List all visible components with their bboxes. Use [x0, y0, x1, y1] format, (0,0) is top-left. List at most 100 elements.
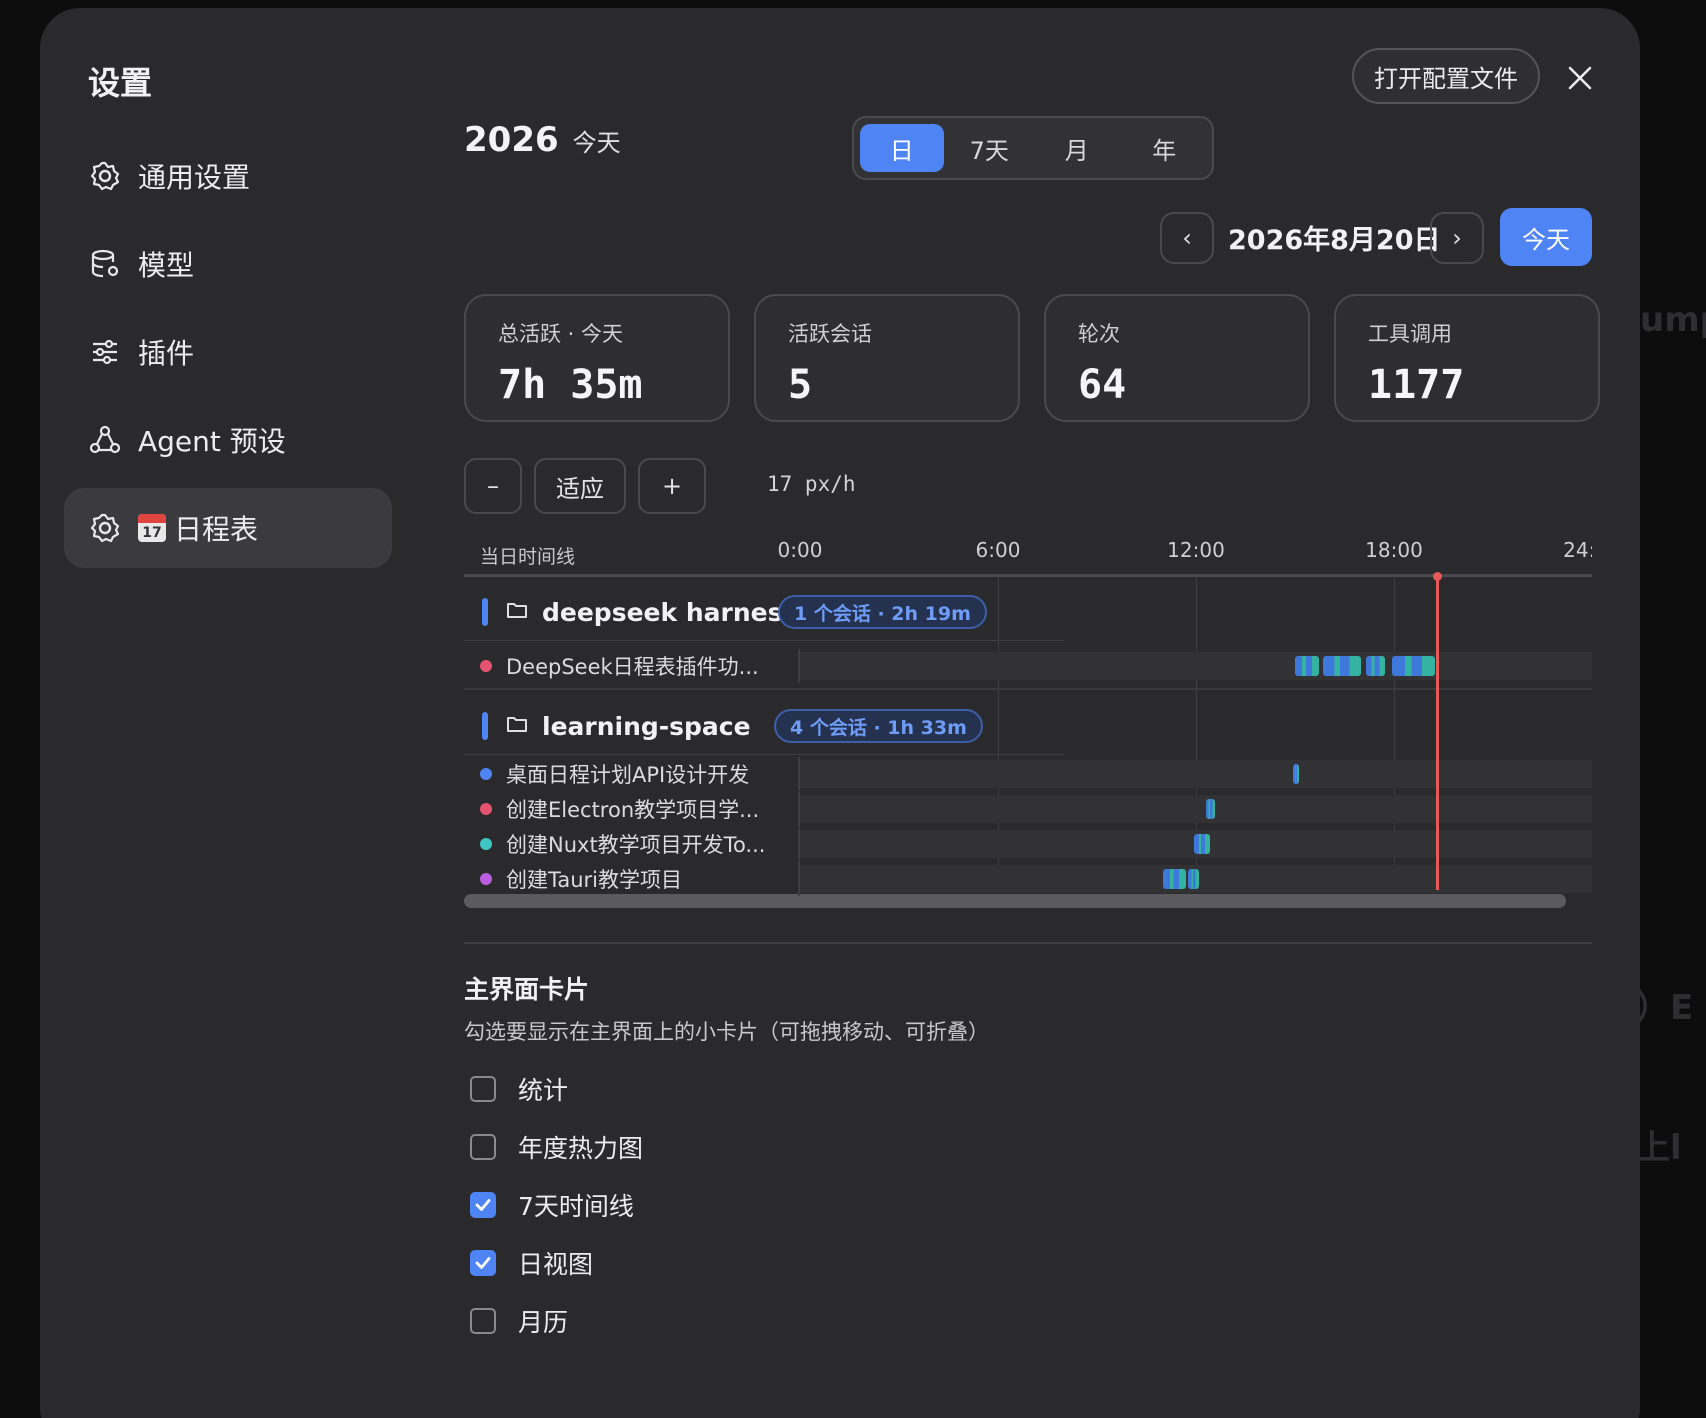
- activity-block[interactable]: [1365, 656, 1386, 676]
- sidebar-item-plugins[interactable]: 插件: [64, 312, 392, 392]
- background-text-1: ump: [1640, 300, 1706, 340]
- session-row[interactable]: 桌面日程计划API设计开发: [464, 756, 749, 792]
- activity-block[interactable]: [1187, 869, 1199, 889]
- sidebar-item-label: Agent 预设: [138, 425, 286, 458]
- session-color-dot: [480, 660, 492, 672]
- gear-icon: [88, 159, 122, 193]
- timeline-tick-label: 24:00: [1563, 538, 1592, 562]
- session-track: [800, 760, 1592, 788]
- stat-label: 总活跃 · 今天: [498, 322, 624, 346]
- page-title: 2026 今天: [464, 120, 621, 160]
- activity-block[interactable]: [1163, 869, 1186, 889]
- session-title: 创建Nuxt教学项目开发To...: [506, 833, 766, 857]
- track-divider: [798, 827, 800, 861]
- checkbox[interactable]: [470, 1192, 496, 1218]
- project-name: learning-space: [542, 711, 751, 741]
- sidebar-item-label: 插件: [138, 337, 195, 370]
- year-sub: 今天: [572, 129, 621, 157]
- card-option-month-calendar[interactable]: 月历: [470, 1292, 643, 1350]
- next-day-button[interactable]: ›: [1430, 212, 1484, 264]
- close-button[interactable]: [1560, 58, 1600, 98]
- tab-year[interactable]: 年: [1123, 124, 1207, 172]
- activity-block[interactable]: [1392, 656, 1435, 676]
- zoom-in-button[interactable]: +: [638, 458, 706, 514]
- tab-day[interactable]: 日: [860, 124, 944, 172]
- session-row[interactable]: DeepSeek日程表插件功...: [464, 648, 759, 684]
- activity-block[interactable]: [1295, 656, 1320, 676]
- group-separator: [464, 640, 1064, 641]
- session-title: 创建Electron教学项目学...: [506, 798, 760, 822]
- range-tabs: 日 7天 月 年: [852, 116, 1214, 180]
- stat-value: 7h 35m: [498, 362, 643, 408]
- card-option-heatmap[interactable]: 年度热力图: [470, 1118, 643, 1176]
- agent-network-icon: [88, 423, 122, 457]
- sidebar-item-models[interactable]: 模型: [64, 224, 392, 304]
- activity-block[interactable]: [1194, 834, 1211, 854]
- sidebar-item-general[interactable]: 通用设置: [64, 136, 392, 216]
- background-text-2: ）E: [1636, 988, 1694, 1028]
- card-option-7day-timeline[interactable]: 7天时间线: [470, 1176, 643, 1234]
- sidebar-item-schedule[interactable]: 17 日程表: [64, 488, 392, 568]
- cards-section-title: 主界面卡片: [464, 975, 590, 1004]
- project-summary-badge: 4 个会话 · 1h 33m: [774, 709, 983, 743]
- group-color-bar: [482, 712, 488, 740]
- stat-card-sessions: 活跃会话 5: [754, 294, 1020, 422]
- checkbox-label: 年度热力图: [518, 1134, 644, 1163]
- card-option-stats[interactable]: 统计: [470, 1060, 643, 1118]
- background-text-3: 上l: [1636, 1128, 1682, 1168]
- tab-7days[interactable]: 7天: [948, 124, 1032, 172]
- checkbox[interactable]: [470, 1250, 496, 1276]
- project-summary-badge: 1 个会话 · 2h 19m: [778, 595, 987, 629]
- dialog-title: 设置: [88, 64, 153, 102]
- calendar-17-icon: 17: [138, 514, 166, 542]
- session-color-dot: [480, 873, 492, 885]
- session-track: [800, 795, 1592, 823]
- section-divider: [464, 942, 1592, 944]
- zoom-out-button[interactable]: –: [464, 458, 522, 514]
- session-color-dot: [480, 803, 492, 815]
- prev-day-button[interactable]: ‹: [1160, 212, 1214, 264]
- group-separator: [464, 754, 1064, 755]
- stat-value: 5: [788, 362, 813, 408]
- activity-block[interactable]: [1293, 764, 1300, 784]
- stat-label: 活跃会话: [788, 322, 872, 346]
- session-color-dot: [480, 838, 492, 850]
- activity-block[interactable]: [1205, 799, 1216, 819]
- sidebar-item-label: 通用设置: [138, 161, 251, 194]
- today-button[interactable]: 今天: [1500, 208, 1592, 266]
- sidebar: 通用设置 模型 插件 Agent 预设 17 日程表: [64, 136, 392, 576]
- session-row[interactable]: 创建Nuxt教学项目开发To...: [464, 826, 765, 862]
- checkbox-label: 月历: [518, 1308, 569, 1337]
- cards-section-description: 勾选要显示在主界面上的小卡片（可拖拽移动、可折叠）: [464, 1020, 989, 1044]
- stat-card-active-time: 总活跃 · 今天 7h 35m: [464, 294, 730, 422]
- day-timeline: 当日时间线 0:00 6:00 12:00 18:00 24:00 deepseek ha…: [464, 528, 1592, 912]
- project-group-header[interactable]: learning-space: [464, 696, 751, 756]
- timeline-tick-label: 12:00: [1167, 538, 1225, 562]
- zoom-fit-button[interactable]: 适应: [534, 458, 626, 514]
- session-track: [800, 652, 1592, 680]
- folder-icon: [506, 715, 528, 737]
- checkbox-label: 日视图: [518, 1250, 594, 1279]
- session-row[interactable]: 创建Tauri教学项目: [464, 861, 682, 897]
- card-option-day-view[interactable]: 日视图: [470, 1234, 643, 1292]
- checkbox[interactable]: [470, 1134, 496, 1160]
- session-title: DeepSeek日程表插件功...: [506, 655, 759, 679]
- database-gear-icon: [88, 247, 122, 281]
- timeline-tick-label: 0:00: [777, 538, 823, 562]
- card-checkbox-list: 统计 年度热力图 7天时间线 日视图 月历: [470, 1060, 643, 1350]
- stat-card-tool-calls: 工具调用 1177: [1334, 294, 1600, 422]
- project-group-header[interactable]: deepseek harness: [464, 582, 797, 642]
- checkbox[interactable]: [470, 1308, 496, 1334]
- session-row[interactable]: 创建Electron教学项目学...: [464, 791, 759, 827]
- timeline-axis: [464, 574, 1592, 577]
- tab-month[interactable]: 月: [1035, 124, 1119, 172]
- stat-value: 64: [1078, 362, 1127, 408]
- open-config-button[interactable]: 打开配置文件: [1352, 48, 1540, 104]
- settings-dialog: 设置 打开配置文件 通用设置 模型 插件 Agent 预设 17 日程表 202…: [40, 8, 1640, 1418]
- sidebar-item-agent-presets[interactable]: Agent 预设: [64, 400, 392, 480]
- session-title: 创建Tauri教学项目: [506, 868, 682, 892]
- checkbox[interactable]: [470, 1076, 496, 1102]
- checkmark-icon: [475, 1199, 491, 1211]
- close-icon: [1568, 66, 1592, 90]
- activity-block[interactable]: [1323, 656, 1361, 676]
